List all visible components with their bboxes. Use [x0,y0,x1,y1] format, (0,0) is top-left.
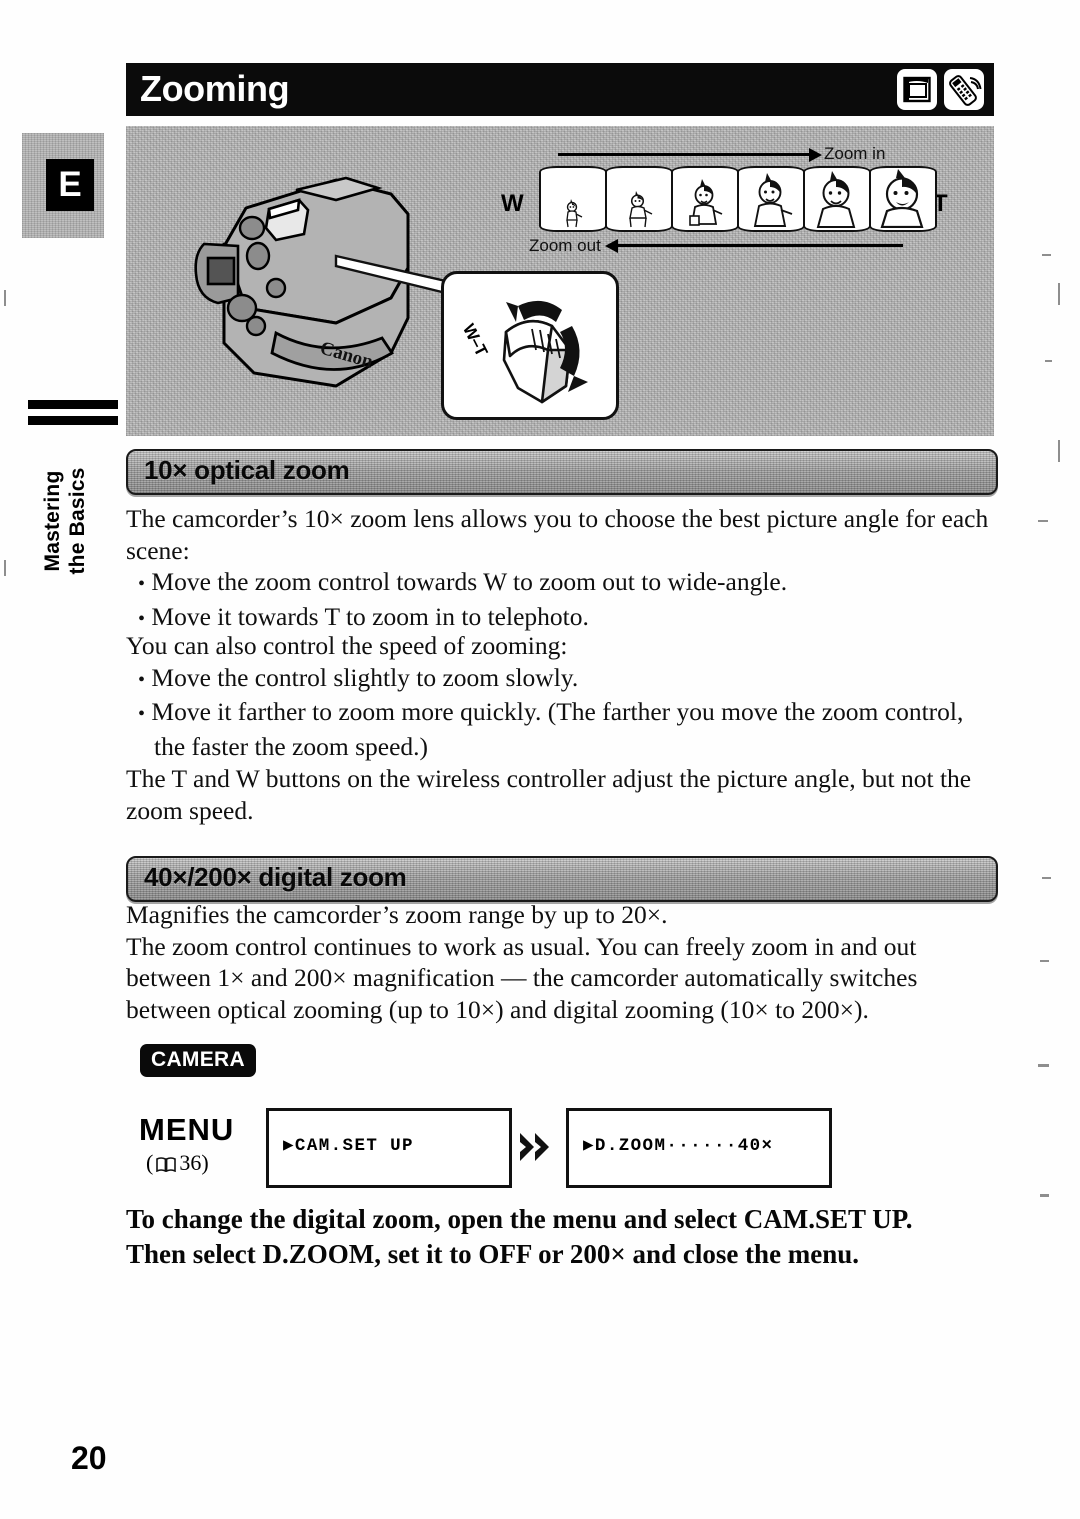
zoom-frame-sequence [539,166,937,232]
zoom-frame [737,166,805,232]
wireless-remote-icon [944,69,984,110]
menu-navigation-diagram: MENU (36) ▶CAM.SET UP ▶D.ZOOM······40× [126,1104,832,1190]
optical-zoom-bullet-2-text: Move it towards T to zoom in to telephot… [151,601,589,631]
side-label-text: Mastering the Basics [40,426,90,616]
zoom-in-label: Zoom in [824,144,886,163]
zoom-rocker-callout: W–T [441,271,619,420]
menu-ref-close: ) [201,1150,209,1175]
optical-zoom-bullet-1: • Move the zoom control towards W to zoo… [126,566,998,601]
zoom-frame [671,166,739,232]
manual-page: E Mastering the Basics Zooming Canon W–T… [0,0,1080,1519]
scan-artifact [1045,360,1052,362]
menu-screen-dzoom-text: ▶D.ZOOM······40× [583,1136,774,1156]
optical-zoom-body: The camcorder’s 10× zoom lens allows you… [126,503,998,635]
scan-artifact [4,290,6,306]
menu-screen-camset-up-text: ▶CAM.SET UP [283,1136,414,1156]
book-icon [156,1152,177,1173]
zoom-range-diagram: Zoom in W T Zoom out [501,144,956,259]
menu-ref-open: ( [146,1150,154,1175]
zoom-speed-bullet-2: • Move it farther to zoom more quickly. … [126,696,998,762]
scan-artifact [1042,254,1051,256]
scan-artifact [1040,1194,1049,1197]
side-chapter-label: Mastering the Basics [14,392,118,602]
scan-artifact [1058,283,1060,305]
section-tab-letter: E [46,159,94,211]
zoom-speed-intro: You can also control the speed of zoomin… [126,631,568,660]
zoom-frame [605,166,673,232]
zoom-frame [869,166,937,232]
tape-card-icon [897,69,937,110]
zoom-in-arrow-line [558,153,810,156]
zoom-out-label: Zoom out [529,236,601,255]
digital-zoom-body: Magnifies the camcorder’s zoom range by … [126,899,998,1025]
page-title-bar: Zooming [126,63,994,116]
instruction-line-2: Then select D.ZOOM, set it to OFF or 200… [126,1239,860,1269]
zoom-speed-body: You can also control the speed of zoomin… [126,630,998,762]
header-icon-group [897,69,984,110]
digital-zoom-line-1: Magnifies the camcorder’s zoom range by … [126,900,668,929]
digital-zoom-line-2: The zoom control continues to work as us… [126,931,918,1024]
optical-zoom-bullet-1-text: Move the zoom control towards W to zoom … [151,567,788,596]
side-label-bar [28,400,118,409]
zoom-speed-bullet-1-text: Move the control slightly to zoom slowly… [151,662,579,692]
zoom-illustration-panel: Canon W–T Zoom in W T Zoom out [126,126,994,436]
side-label-line1: Mastering [41,470,64,572]
scan-artifact [1038,520,1048,522]
section-header-digital-zoom-label: 40×/200× digital zoom [144,862,407,892]
section-header-optical-zoom-label: 10× optical zoom [144,455,350,485]
section-header-optical-zoom: 10× optical zoom [126,449,998,495]
menu-screen-camset-up: ▶CAM.SET UP [266,1108,512,1188]
zoom-frame [539,166,607,232]
zoom-speed-bullet-1: • Move the control slightly to zoom slow… [126,662,998,697]
wide-label: W [501,190,524,217]
bullet-dot: • [138,668,146,691]
menu-step-arrow-icon [518,1132,552,1162]
menu-ref-page: 36 [179,1150,202,1175]
section-header-digital-zoom: 40×/200× digital zoom [126,856,998,902]
camera-mode-badge: CAMERA [140,1044,256,1077]
scan-artifact [1038,1064,1049,1067]
menu-page-reference: (36) [146,1150,209,1176]
zoom-out-arrow-line [618,244,903,247]
bullet-dot: • [138,607,146,630]
instruction-line-1: To change the digital zoom, open the men… [126,1204,913,1234]
side-label-bar [28,416,118,425]
side-label-line2: the Basics [66,467,89,575]
callout-stem [334,254,452,296]
zoom-out-arrow-head [605,239,618,253]
scan-artifact [1042,877,1051,879]
page-number: 20 [71,1440,107,1476]
bullet-dot: • [138,573,146,595]
section-tab: E [22,133,104,238]
scan-artifact [4,560,6,576]
wireless-controller-note-text: The T and W buttons on the wireless cont… [126,764,972,825]
page-title: Zooming [140,68,290,109]
bullet-dot: • [138,703,146,725]
menu-button-label: MENU [139,1112,235,1147]
menu-screen-dzoom: ▶D.ZOOM······40× [566,1108,832,1188]
wireless-controller-note: The T and W buttons on the wireless cont… [126,763,998,826]
scan-artifact [1040,960,1049,962]
instruction-text: To change the digital zoom, open the men… [126,1202,1006,1272]
zoom-frame [803,166,871,232]
scan-artifact [1058,440,1060,462]
optical-zoom-intro: The camcorder’s 10× zoom lens allows you… [126,504,989,565]
zoom-in-arrow-head [809,148,822,162]
zoom-speed-bullet-2-text: Move it farther to zoom more quickly. (T… [151,697,964,761]
